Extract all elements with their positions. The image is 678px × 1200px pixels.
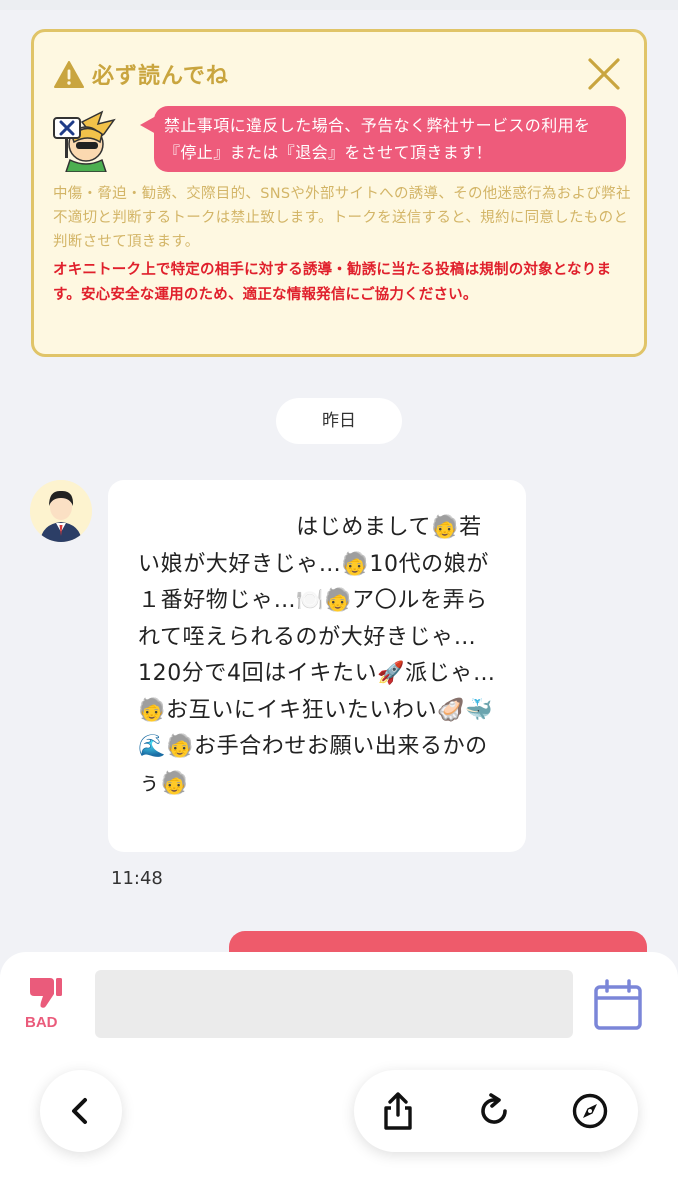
browser-actions [354, 1070, 638, 1152]
avatar[interactable] [30, 480, 92, 542]
notice-header: 必ず読んでね [54, 58, 229, 90]
mascot-icon [53, 110, 116, 172]
top-strip [0, 0, 678, 10]
received-message[interactable]: はじめまして🧓若い娘が大好きじゃ…🧓10代の娘が１番好物じゃ…🍽️🧓ア〇ルを弄ら… [108, 480, 526, 852]
bad-button[interactable]: BAD [22, 972, 76, 1036]
message-input[interactable] [95, 970, 573, 1038]
notice-warning: オキニトーク上で特定の相手に対する誘導・勧誘に当たる投稿は規制の対象となります。… [53, 262, 612, 303]
close-icon[interactable] [586, 56, 622, 92]
message-text: はじめまして🧓若い娘が大好きじゃ…🧓10代の娘が１番好物じゃ…🍽️🧓ア〇ルを弄ら… [138, 515, 496, 796]
thumbs-down-icon [30, 978, 62, 1008]
back-icon [72, 1098, 87, 1124]
share-icon[interactable] [378, 1091, 418, 1131]
notice-title: 必ず読んでね [92, 64, 229, 89]
back-button[interactable] [40, 1070, 122, 1152]
calendar-icon[interactable] [592, 978, 644, 1032]
speech-bubble: 禁止事項に違反した場合、予告なく弊社サービスの利用を『停止』または『退会』をさせ… [140, 106, 626, 172]
bad-label: BAD [25, 1014, 58, 1031]
notice-body: 中傷・脅迫・勧誘、交際目的、SNSや外部サイトへの誘導、その他迷惑行為および弊社… [53, 186, 631, 250]
rules-notice: 必ず読んでね 禁止事項に違反した場合、予告なく弊社サービスの利用を『停止』または… [31, 29, 647, 357]
compass-icon[interactable] [570, 1091, 610, 1131]
message-time: 11:48 [111, 868, 163, 889]
warning-icon [54, 60, 84, 88]
date-separator: 昨日 [276, 398, 402, 444]
reload-icon[interactable] [474, 1091, 514, 1131]
bottom-bar: BAD [0, 952, 678, 1200]
